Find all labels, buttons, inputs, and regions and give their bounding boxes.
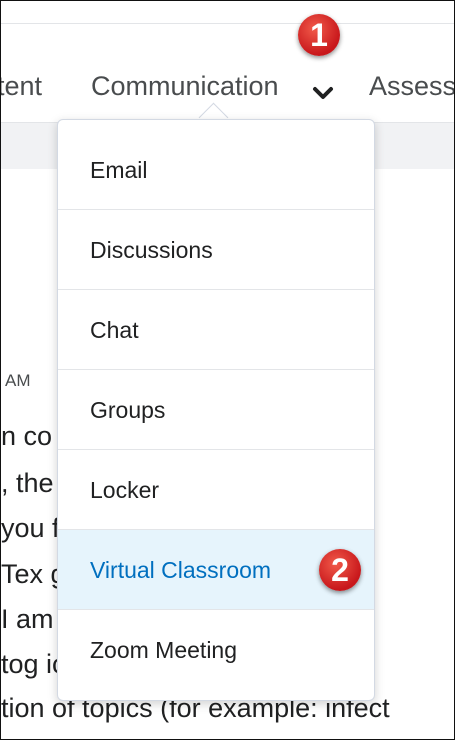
- nav-content-link[interactable]: tent: [1, 71, 42, 102]
- step-badge-1: 1: [298, 14, 340, 56]
- menu-item-zoom-meeting[interactable]: Zoom Meeting: [58, 610, 374, 690]
- nav-communication-link[interactable]: Communication: [91, 71, 279, 102]
- step-badge-2: 2: [319, 549, 361, 591]
- chevron-down-icon[interactable]: [311, 84, 335, 104]
- dropdown-menu: Email Discussions Chat Groups Locker Vir…: [58, 130, 374, 690]
- course-navbar: tent Communication Assess: [1, 24, 454, 123]
- menu-item-locker[interactable]: Locker: [58, 450, 374, 530]
- nav-assessments-link[interactable]: Assess: [369, 71, 454, 102]
- communication-dropdown: Email Discussions Chat Groups Locker Vir…: [57, 119, 375, 701]
- menu-item-groups[interactable]: Groups: [58, 370, 374, 450]
- menu-item-email[interactable]: Email: [58, 130, 374, 210]
- menu-item-discussions[interactable]: Discussions: [58, 210, 374, 290]
- screenshot-frame: tent Communication Assess AM n co e: HIS…: [0, 0, 455, 740]
- post-timestamp: AM: [5, 371, 31, 390]
- menu-item-chat[interactable]: Chat: [58, 290, 374, 370]
